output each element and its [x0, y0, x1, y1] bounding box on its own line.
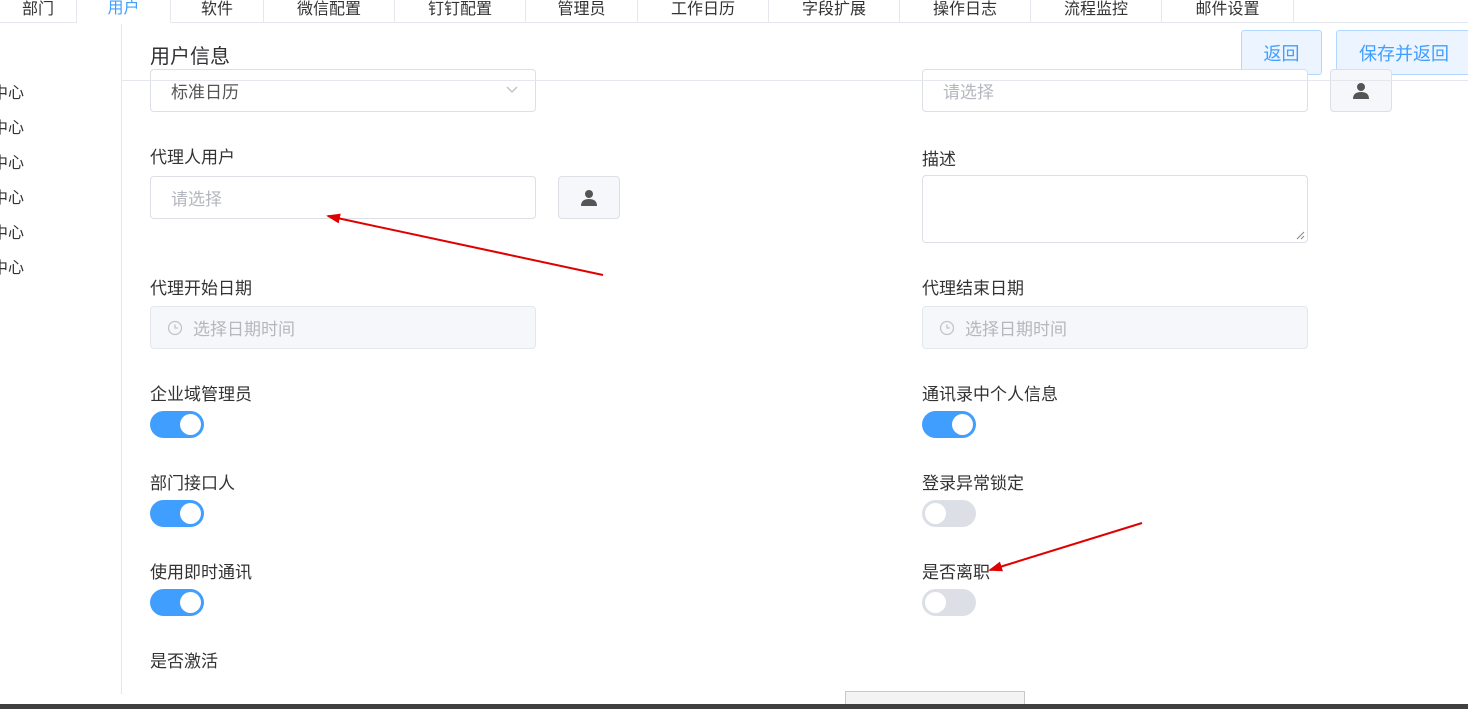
tab-label: 软件 [200, 0, 233, 18]
tab-operation-log[interactable]: 操作日志 [900, 0, 1031, 23]
tab-wechat-config[interactable]: 微信配置 [264, 0, 395, 23]
top-right-select[interactable]: 请选择 [922, 69, 1308, 112]
proxy-user-placeholder: 请选择 [171, 190, 222, 210]
sidebar-item[interactable]: 中心 [0, 79, 24, 103]
proxy-user-picker-button[interactable] [558, 176, 620, 219]
tab-dingtalk-config[interactable]: 钉钉配置 [395, 0, 526, 23]
sidebar-item[interactable]: 中心 [0, 219, 24, 243]
login-lock-switch[interactable] [922, 500, 976, 527]
proxy-user-label: 代理人用户 [150, 148, 235, 168]
tab-label: 部门 [21, 0, 54, 18]
tab-departments[interactable]: 部门 [0, 0, 77, 23]
resigned-switch[interactable] [922, 589, 976, 616]
proxy-user-input[interactable]: 请选择 [150, 176, 536, 219]
tab-label: 邮件设置 [1195, 0, 1260, 18]
instant-messaging-label: 使用即时通讯 [150, 563, 252, 583]
calendar-select-value: 标准日历 [171, 83, 239, 103]
top-right-user-picker-button[interactable] [1330, 69, 1392, 112]
proxy-end-placeholder: 选择日期时间 [965, 320, 1067, 340]
sidebar-item[interactable]: 中心 [0, 254, 24, 278]
domain-admin-label: 企业域管理员 [150, 385, 252, 405]
proxy-end-label: 代理结束日期 [922, 279, 1024, 299]
resigned-label: 是否离职 [922, 563, 990, 583]
user-icon [1353, 82, 1369, 99]
taskbar-strip [0, 704, 1468, 709]
switch-knob [180, 503, 201, 524]
calendar-select[interactable]: 标准日历 [150, 69, 536, 112]
switch-knob [925, 503, 946, 524]
instant-messaging-switch[interactable] [150, 589, 204, 616]
tab-label: 工作日历 [670, 0, 735, 18]
sidebar-item[interactable]: 中心 [0, 149, 24, 173]
tab-software[interactable]: 软件 [171, 0, 264, 23]
resize-handle-icon[interactable] [1295, 230, 1305, 240]
switch-knob [925, 592, 946, 613]
tab-label: 管理员 [557, 0, 606, 18]
sidebar-item[interactable]: 中心 [0, 114, 24, 138]
tab-label: 微信配置 [296, 0, 361, 18]
contact-personal-info-label: 通讯录中个人信息 [922, 385, 1058, 405]
switch-knob [180, 414, 201, 435]
switch-knob [180, 592, 201, 613]
tab-label: 字段扩展 [801, 0, 866, 18]
annotation-arrow [988, 522, 1143, 572]
tab-process-monitor[interactable]: 流程监控 [1031, 0, 1162, 23]
tab-field-extension[interactable]: 字段扩展 [769, 0, 900, 23]
sidebar-item[interactable]: 中心 [0, 184, 24, 208]
tab-admins[interactable]: 管理员 [526, 0, 638, 23]
description-label: 描述 [922, 150, 956, 170]
description-textarea[interactable] [922, 175, 1308, 243]
contact-personal-info-switch[interactable] [922, 411, 976, 438]
proxy-end-datetime[interactable]: 选择日期时间 [922, 306, 1308, 349]
tab-label: 流程监控 [1063, 0, 1128, 18]
clock-icon [939, 320, 955, 335]
dept-contact-label: 部门接口人 [150, 474, 235, 494]
tab-label: 钉钉配置 [427, 0, 492, 18]
clock-icon [167, 320, 183, 335]
tab-label: 用户 [107, 0, 140, 17]
page-title: 用户信息 [150, 44, 230, 68]
sidebar: 中心 中心 中心 中心 中心 中心 [0, 24, 122, 694]
chevron-down-icon [506, 86, 518, 94]
proxy-start-placeholder: 选择日期时间 [193, 320, 295, 340]
user-icon [581, 189, 597, 206]
header-divider [122, 80, 1468, 81]
annotation-arrow [326, 213, 604, 276]
tab-label: 操作日志 [932, 0, 997, 18]
tab-work-calendar[interactable]: 工作日历 [638, 0, 769, 23]
dept-contact-switch[interactable] [150, 500, 204, 527]
proxy-start-label: 代理开始日期 [150, 279, 252, 299]
top-tab-bar: 部门 用户 软件 微信配置 钉钉配置 管理员 工作日历 字段扩展 操作日志 流程… [0, 0, 1468, 23]
login-lock-label: 登录异常锁定 [922, 474, 1024, 494]
domain-admin-switch[interactable] [150, 411, 204, 438]
proxy-start-datetime[interactable]: 选择日期时间 [150, 306, 536, 349]
top-right-select-placeholder: 请选择 [943, 83, 994, 103]
activated-label: 是否激活 [150, 652, 218, 672]
switch-knob [952, 414, 973, 435]
tab-mail-settings[interactable]: 邮件设置 [1162, 0, 1294, 23]
tab-users[interactable]: 用户 [77, 0, 171, 23]
